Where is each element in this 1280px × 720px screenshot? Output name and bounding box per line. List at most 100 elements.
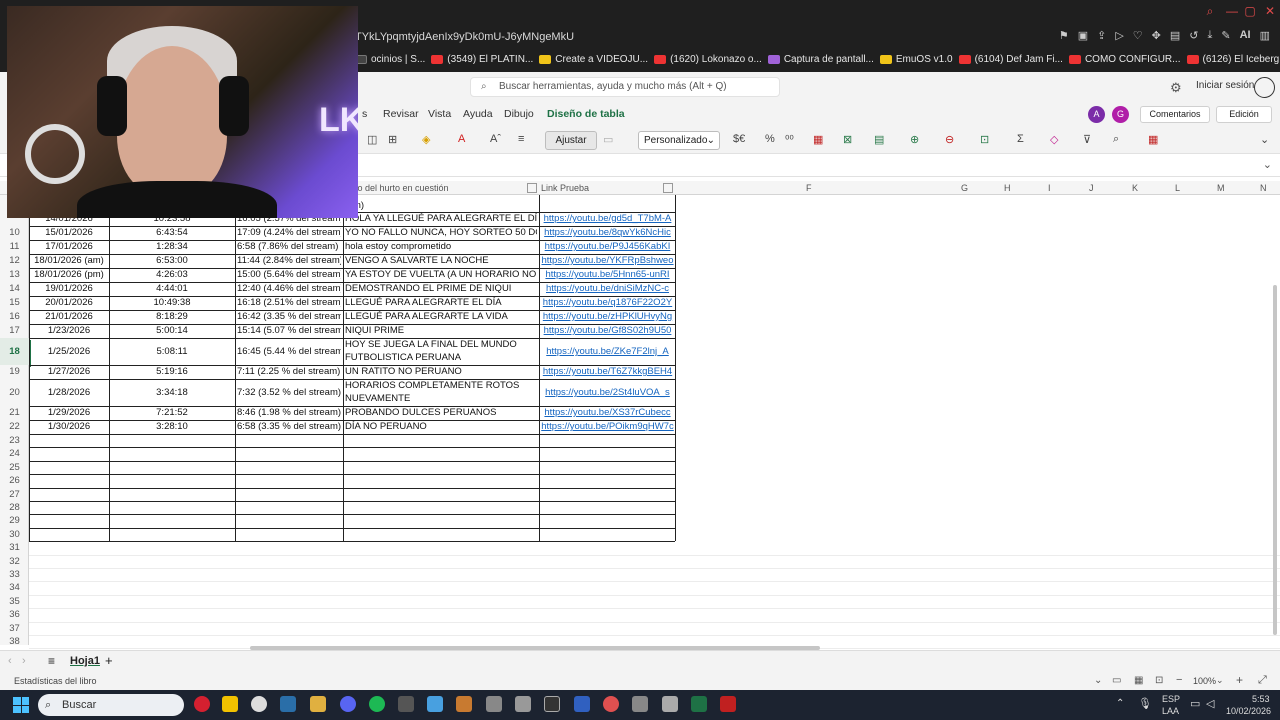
- cell-date[interactable]: 1/29/2026: [30, 406, 108, 420]
- language-bottom[interactable]: LAA: [1162, 706, 1179, 716]
- comments-button[interactable]: Comentarios: [1140, 106, 1210, 123]
- shield-icon[interactable]: [574, 696, 590, 712]
- cell-link[interactable]: https://youtu.be/Gf8S02h9U50: [541, 324, 674, 338]
- chrome-icon[interactable]: [251, 696, 267, 712]
- cell-link[interactable]: https://youtu.be/dniSiMzNC-c: [541, 282, 674, 296]
- merge-icon[interactable]: ▭: [603, 133, 613, 146]
- workbook-stats[interactable]: Estadísticas del libro: [14, 676, 97, 686]
- row-number[interactable]: 20: [0, 379, 29, 406]
- more-icon[interactable]: ⌄: [1260, 133, 1269, 146]
- taskbar-search[interactable]: ⌕ Buscar: [38, 694, 184, 716]
- tab-ayuda[interactable]: Ayuda: [463, 108, 493, 120]
- row-number[interactable]: 30: [0, 528, 29, 541]
- cell-time[interactable]: 7:32 (3.52 % del stream): [237, 379, 341, 406]
- cell-styles-icon[interactable]: ▤: [874, 133, 884, 146]
- column-header-h[interactable]: H: [1004, 183, 1011, 193]
- find-icon[interactable]: ⌕: [1113, 133, 1119, 146]
- app-icon[interactable]: [720, 696, 736, 712]
- cell-title[interactable]: HOLA YA LLEGUÉ PARA ALEGRARTE EL DÍA: [345, 213, 537, 224]
- cell-time[interactable]: 15:00 (5.64% del stream): [237, 268, 341, 282]
- prev-sheet-icon[interactable]: ‹: [8, 655, 12, 667]
- download-icon[interactable]: ⤓: [1208, 29, 1213, 42]
- row-number[interactable]: 13: [0, 268, 29, 282]
- row-number[interactable]: 25: [0, 461, 29, 474]
- extensions-icon[interactable]: ▣: [1078, 29, 1088, 42]
- maximize-icon[interactable]: ▢: [1240, 4, 1260, 20]
- borders-icon[interactable]: ⊞: [388, 133, 397, 146]
- cell-title[interactable]: YO NO FALLO NUNCA, HOY SORTEO 50 DOLARES: [345, 226, 537, 240]
- cell-time[interactable]: 6:58 (3.35 % del stream): [237, 420, 341, 434]
- cell-title[interactable]: DEMOSTRANDO EL PRIME DE NIQUI: [345, 282, 537, 296]
- edit-mode-button[interactable]: Edición: [1216, 106, 1272, 123]
- cell-link[interactable]: https://youtu.be/gd5d_T7bM-A: [541, 213, 674, 224]
- add-sheet-icon[interactable]: +: [105, 653, 113, 668]
- cell-date[interactable]: 20/01/2026: [30, 296, 108, 310]
- cell-duration[interactable]: 1:28:34: [110, 240, 234, 254]
- opera-icon[interactable]: [194, 696, 210, 712]
- address-bar[interactable]: TYkLYpqmtyjdAenIx9yDk0mU-J6yMNgeMkU: [355, 27, 1055, 47]
- cell-link[interactable]: https://youtu.be/T6Z7kkgBEH4: [541, 365, 674, 379]
- wrap-text-button[interactable]: Ajustar: [545, 131, 597, 150]
- zoom-out-icon[interactable]: −: [1176, 674, 1182, 686]
- app-icon[interactable]: [310, 696, 326, 712]
- cell-title[interactable]: HORARIOS COMPLETAMENTE ROTOS NUEVAMENTE: [345, 379, 537, 406]
- row-number[interactable]: 14: [0, 282, 29, 296]
- game-icon[interactable]: [456, 696, 472, 712]
- signin-link[interactable]: Iniciar sesión: [1196, 80, 1254, 91]
- row-number[interactable]: 38: [0, 635, 29, 648]
- text-box-icon[interactable]: ◫: [367, 133, 377, 146]
- notepad-icon[interactable]: [427, 696, 443, 712]
- tab-diseno-tabla[interactable]: Diseño de tabla: [547, 108, 625, 120]
- cell-duration[interactable]: 3:28:10: [110, 420, 234, 434]
- bookmark-item[interactable]: COMO CONFIGUR...: [1068, 54, 1181, 65]
- cell-time[interactable]: 12:40 (4.46% del stream): [237, 282, 341, 296]
- row-number[interactable]: 34: [0, 581, 29, 594]
- zoom-in-icon[interactable]: +: [1236, 673, 1243, 687]
- tab-vista[interactable]: Vista: [428, 108, 451, 120]
- cell-link[interactable]: https://youtu.be/8qwYk6NcHic: [541, 226, 674, 240]
- windows-start-icon[interactable]: [13, 697, 29, 713]
- cell-title-continued[interactable]: ean): [345, 200, 537, 211]
- cell-title[interactable]: LLEGUÉ PARA ALEGRARTE LA VIDA: [345, 310, 537, 324]
- filter-icon[interactable]: [663, 183, 673, 193]
- close-icon[interactable]: ✕: [1260, 4, 1280, 20]
- bookmark-item[interactable]: (6104) Def Jam Fi...: [958, 54, 1063, 65]
- row-number[interactable]: 24: [0, 447, 29, 460]
- table-format-icon[interactable]: ⊠: [843, 133, 852, 146]
- share-icon[interactable]: ⇪: [1097, 29, 1106, 42]
- cell-date[interactable]: 17/01/2026: [30, 240, 108, 254]
- app-icon[interactable]: [603, 696, 619, 712]
- sidebar-icon[interactable]: ▥: [1260, 29, 1270, 42]
- chevron-down-icon[interactable]: ⌄: [1094, 675, 1102, 686]
- cell-duration[interactable]: 3:34:18: [110, 379, 234, 406]
- cell-date[interactable]: 1/27/2026: [30, 365, 108, 379]
- app-icon[interactable]: [486, 696, 502, 712]
- collaborator-avatar[interactable]: G: [1112, 106, 1129, 123]
- wallet-icon[interactable]: ▤: [1170, 29, 1180, 42]
- bookmark-item[interactable]: ocinios | S...: [355, 54, 425, 65]
- cell-date[interactable]: 19/01/2026: [30, 282, 108, 296]
- column-header-j[interactable]: J: [1089, 183, 1094, 193]
- vertical-scrollbar[interactable]: [1273, 285, 1277, 635]
- avatar[interactable]: [1254, 77, 1275, 98]
- cell-duration[interactable]: 6:43:54: [110, 226, 234, 240]
- row-number[interactable]: 36: [0, 608, 29, 621]
- row-number[interactable]: 21: [0, 406, 29, 420]
- column-header-f[interactable]: F: [806, 183, 812, 193]
- font-color-icon[interactable]: A: [458, 133, 465, 145]
- bookmark-item[interactable]: (1620) Lokonazo o...: [654, 54, 762, 65]
- align-icon[interactable]: ≡: [518, 133, 524, 145]
- pen-icon[interactable]: ✎: [1221, 29, 1230, 42]
- cell-link[interactable]: https://youtu.be/ZKe7F2lnj_A: [541, 338, 674, 365]
- column-header-g[interactable]: G: [961, 183, 968, 193]
- row-number[interactable]: 23: [0, 434, 29, 447]
- cell-time[interactable]: 16:42 (3.35 % del stream): [237, 310, 341, 324]
- next-sheet-icon[interactable]: ›: [22, 655, 26, 667]
- fill-color-icon[interactable]: ◈: [422, 133, 430, 146]
- cell-date[interactable]: 21/01/2026: [30, 310, 108, 324]
- clock-time[interactable]: 5:53: [1252, 694, 1270, 704]
- search-input[interactable]: ⌕ Buscar herramientas, ayuda y mucho más …: [470, 77, 780, 97]
- filter-icon[interactable]: [527, 183, 537, 193]
- cell-title[interactable]: DÍA NO PERUANO: [345, 420, 537, 434]
- cell-title[interactable]: LLEGUÉ PARA ALEGRARTE EL DÍA: [345, 296, 537, 310]
